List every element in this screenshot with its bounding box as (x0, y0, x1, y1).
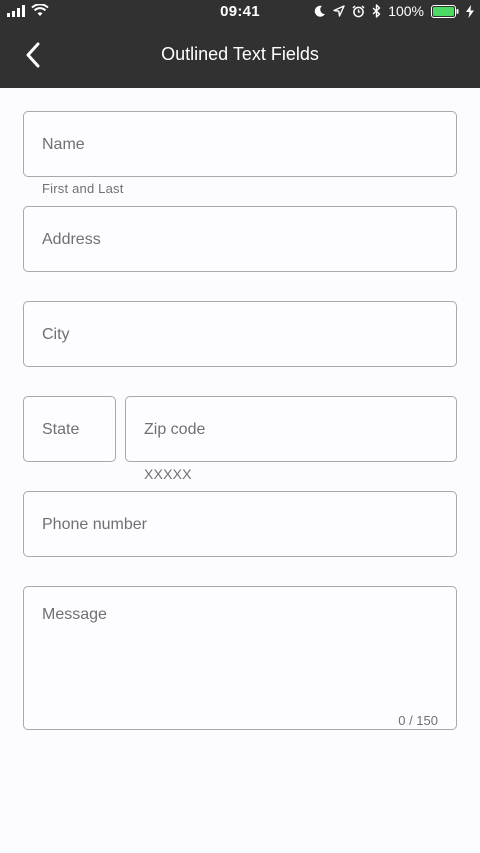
zip-helper-text: XXXXX (144, 466, 192, 482)
page-title: Outlined Text Fields (161, 44, 319, 64)
zip-field[interactable]: Zip code (125, 396, 457, 462)
name-field[interactable]: Name (23, 111, 457, 177)
alarm-icon (352, 4, 365, 17)
zip-field-label: Zip code (144, 421, 206, 438)
status-right: 100% (314, 3, 474, 19)
location-icon (333, 5, 345, 17)
phone-field[interactable]: Phone number (23, 491, 457, 557)
message-field-label: Message (42, 606, 107, 623)
moon-icon (314, 5, 326, 17)
battery-percent: 100% (388, 3, 424, 19)
name-field-label: Name (42, 136, 85, 153)
state-field-label: State (42, 421, 80, 438)
battery-icon (431, 4, 459, 18)
city-field-label: City (42, 326, 70, 343)
charging-icon (466, 4, 474, 18)
character-counter: 0 / 150 (398, 713, 438, 728)
bluetooth-icon (372, 4, 381, 18)
address-field-label: Address (42, 231, 101, 248)
address-field[interactable]: Address (23, 206, 457, 272)
state-field[interactable]: State (23, 396, 116, 462)
app-header: 09:41 100% Outlined Text Fields (0, 0, 480, 88)
nav-bar: Outlined Text Fields (0, 24, 480, 88)
status-bar: 09:41 100% (0, 0, 480, 24)
message-field[interactable]: Message 0 / 150 (23, 586, 457, 730)
phone-field-label: Phone number (42, 516, 147, 533)
city-field[interactable]: City (23, 301, 457, 367)
name-helper-text: First and Last (42, 181, 124, 196)
